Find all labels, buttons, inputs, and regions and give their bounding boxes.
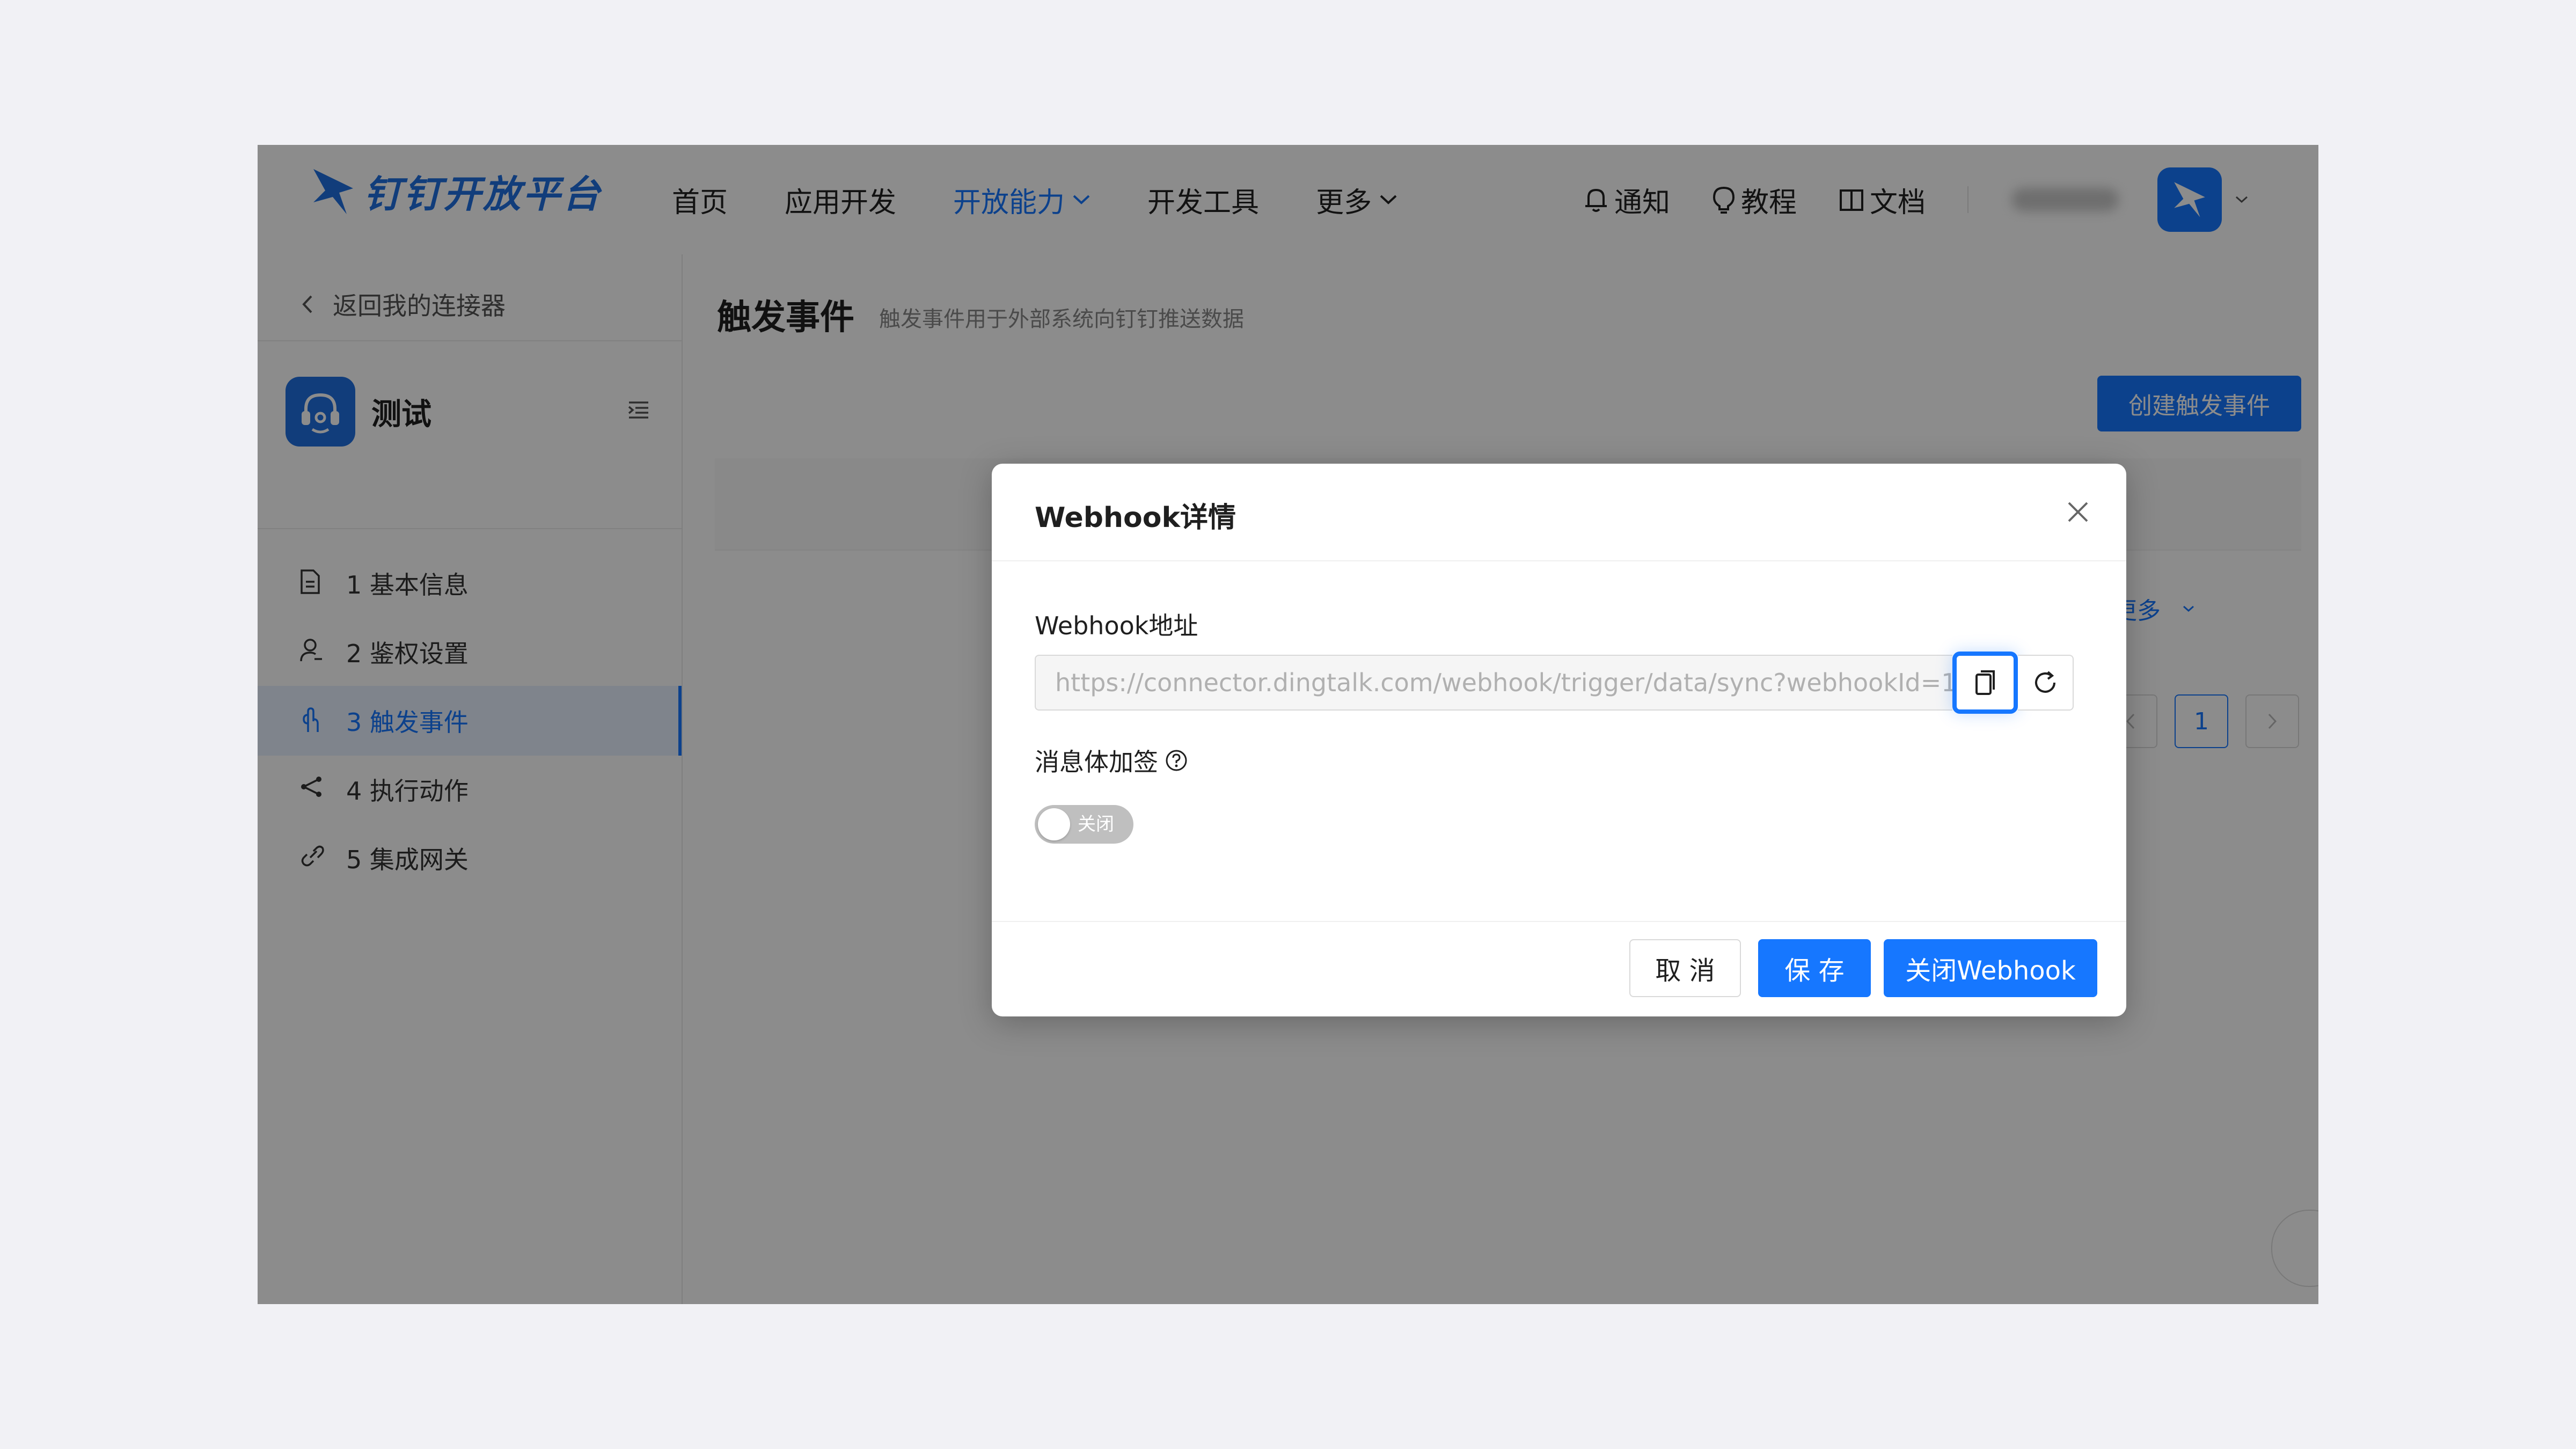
modal-footer: 取 消 保 存 关闭Webhook [992,921,2126,1016]
app-window: 钉钉开放平台 首页 应用开发 开放能力 开发工具 更多 通知 教程 文档 返回我… [258,145,2318,1304]
copy-icon [1975,670,1995,695]
toggle-knob [1038,808,1070,840]
refresh-url-button[interactable] [2018,655,2074,711]
message-sign-label: 消息体加签 [1035,743,1188,778]
close-webhook-button[interactable]: 关闭Webhook [1884,939,2097,997]
webhook-url-input[interactable]: https://connector.dingtalk.com/webhook/t… [1035,655,1952,711]
copy-url-button[interactable] [1952,652,2018,714]
modal-header: Webhook详情 [992,464,2126,561]
toggle-text: 关闭 [1078,814,1114,835]
close-icon [2068,502,2088,522]
webhook-detail-modal: Webhook详情 Webhook地址 https://connector.di… [992,464,2126,1016]
refresh-icon [2035,671,2055,693]
save-button[interactable]: 保 存 [1758,939,1871,997]
message-sign-toggle[interactable]: 关闭 [1035,805,1133,844]
webhook-url-label: Webhook地址 [1035,611,1198,640]
cancel-button[interactable]: 取 消 [1629,939,1741,997]
modal-title: Webhook详情 [1035,502,1236,534]
question-circle-icon[interactable] [1165,749,1188,772]
modal-close-button[interactable] [2062,496,2094,528]
